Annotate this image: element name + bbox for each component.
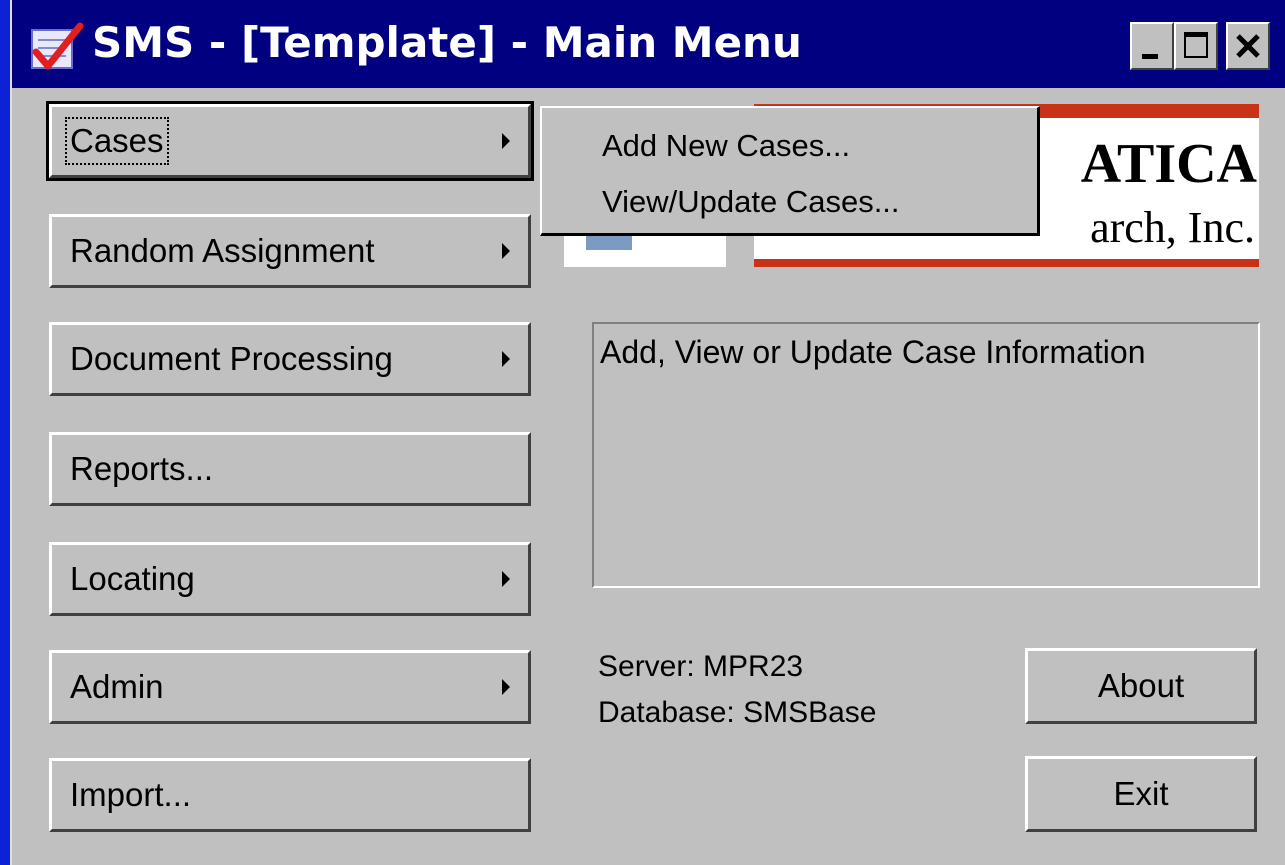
- menu-item-add-new-cases[interactable]: Add New Cases...: [602, 128, 850, 164]
- submenu-arrow-icon: [502, 571, 510, 587]
- database-label: Database: SMSBase: [598, 696, 877, 729]
- locating-button[interactable]: Locating: [49, 542, 531, 616]
- admin-label: Admin: [70, 668, 164, 705]
- document-processing-button[interactable]: Document Processing: [49, 322, 531, 396]
- import-button[interactable]: Import...: [49, 758, 531, 832]
- maximize-button[interactable]: [1174, 22, 1218, 70]
- server-label: Server: MPR23: [598, 650, 804, 683]
- maximize-icon: [1184, 32, 1208, 58]
- app-checkmark-icon: [31, 22, 84, 70]
- cases-button[interactable]: Cases: [46, 101, 534, 181]
- cases-submenu: Add New Cases... View/Update Cases...: [540, 106, 1040, 236]
- random-assignment-button[interactable]: Random Assignment: [49, 214, 531, 288]
- document-processing-label: Document Processing: [70, 340, 393, 377]
- submenu-arrow-icon: [502, 351, 510, 367]
- description-panel: Add, View or Update Case Information: [592, 322, 1260, 588]
- locating-label: Locating: [70, 560, 195, 597]
- submenu-arrow-icon: [502, 133, 510, 149]
- logo-text-line1: ATICA: [1080, 133, 1257, 195]
- reports-label: Reports...: [70, 450, 214, 487]
- random-assignment-label: Random Assignment: [70, 232, 375, 269]
- minimize-button[interactable]: [1130, 22, 1174, 70]
- exit-label: Exit: [1113, 775, 1169, 812]
- submenu-arrow-icon: [502, 679, 510, 695]
- submenu-arrow-icon: [502, 243, 510, 259]
- close-button[interactable]: [1226, 22, 1270, 70]
- exit-button[interactable]: Exit: [1025, 756, 1257, 832]
- title-bar[interactable]: SMS - [Template] - Main Menu: [12, 0, 1285, 88]
- description-text: Add, View or Update Case Information: [600, 334, 1146, 370]
- close-icon: [1236, 34, 1260, 58]
- admin-button[interactable]: Admin: [49, 650, 531, 724]
- reports-button[interactable]: Reports...: [49, 432, 531, 506]
- menu-item-view-update-cases[interactable]: View/Update Cases...: [602, 184, 900, 220]
- main-window: SMS - [Template] - Main Menu Cases Rando…: [10, 0, 1285, 865]
- window-title: SMS - [Template] - Main Menu: [92, 18, 802, 67]
- minimize-icon: [1142, 54, 1158, 59]
- import-label: Import...: [70, 776, 192, 813]
- logo-text-line2: arch, Inc.: [1090, 203, 1255, 252]
- cases-label: Cases: [65, 117, 169, 165]
- about-label: About: [1097, 667, 1185, 704]
- about-button[interactable]: About: [1025, 648, 1257, 724]
